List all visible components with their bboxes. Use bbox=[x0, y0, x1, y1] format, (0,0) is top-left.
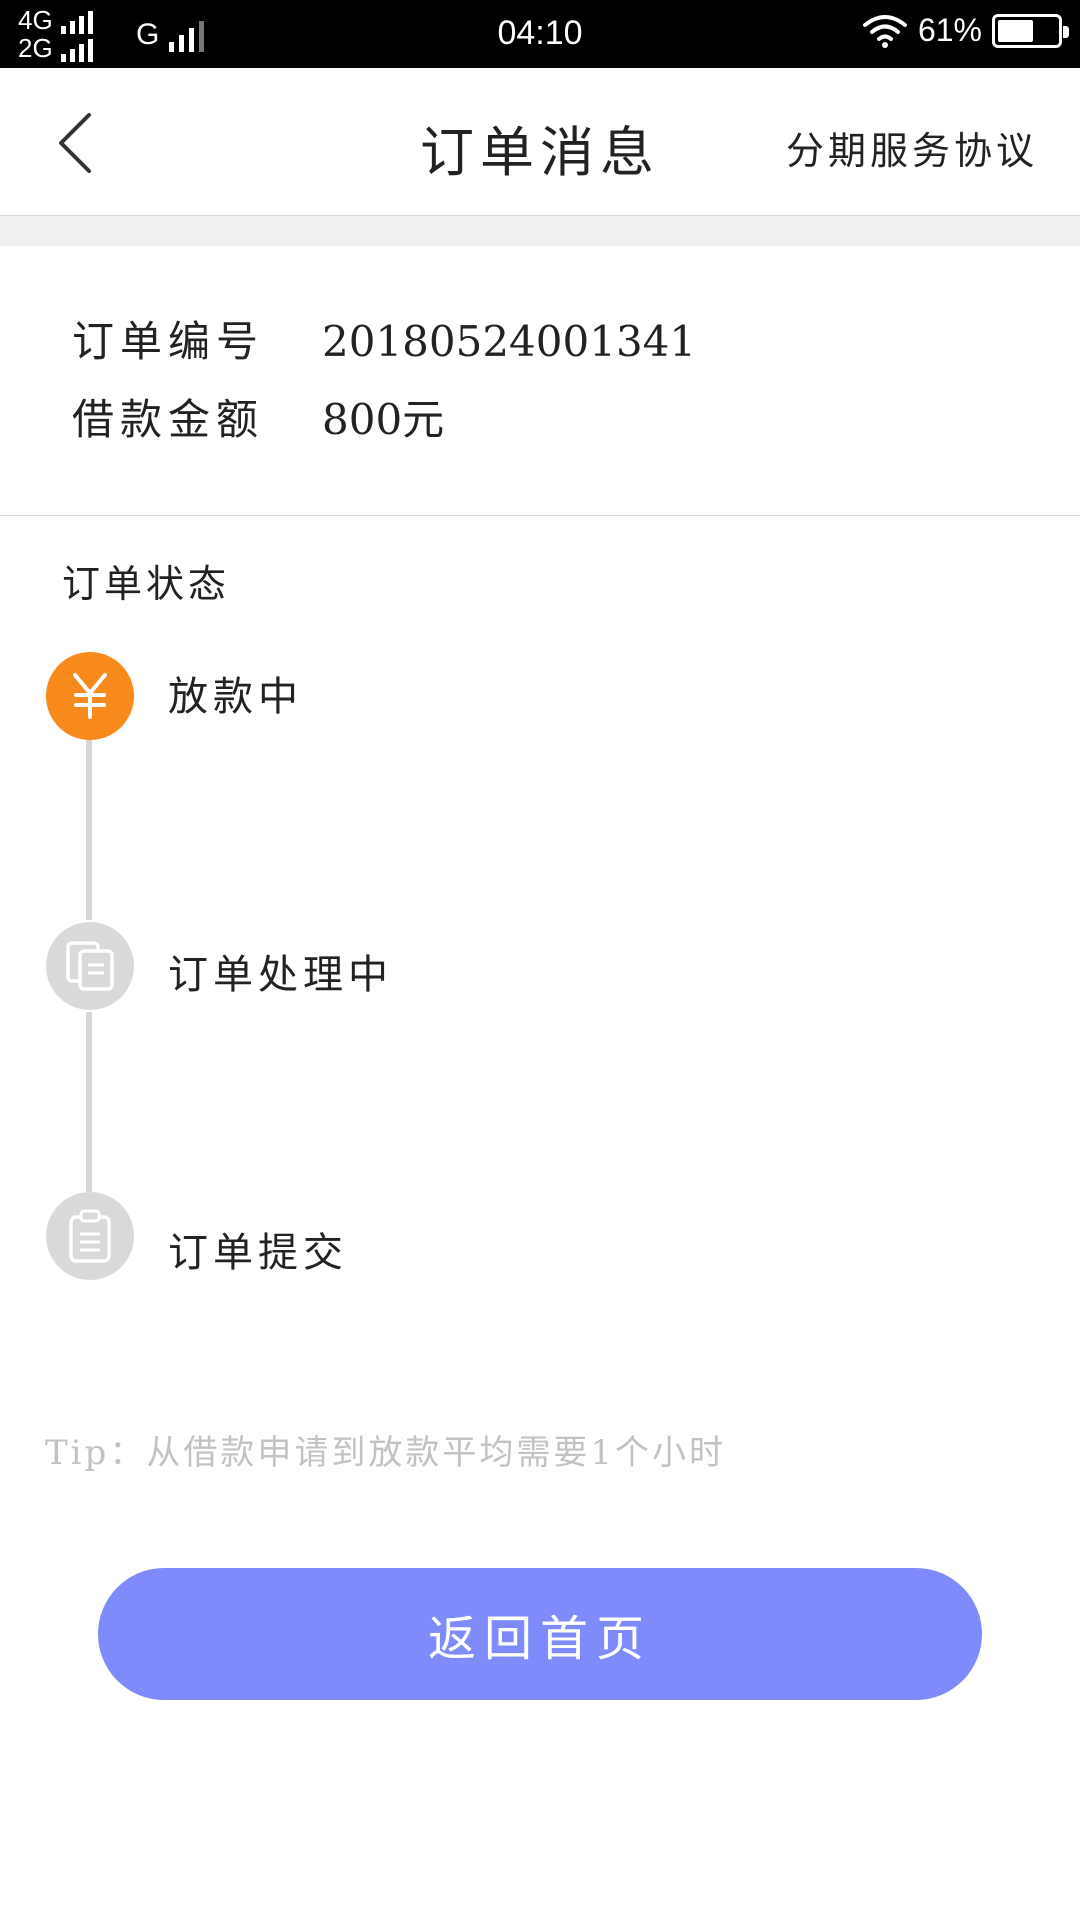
step-icon-disbursing bbox=[46, 652, 134, 740]
yuan-icon bbox=[73, 673, 107, 719]
status-right: 61% bbox=[862, 12, 1069, 49]
step-label-submitted: 订单提交 bbox=[168, 1230, 348, 1276]
loan-amount-value: 800元 bbox=[322, 395, 445, 444]
step-label-processing: 订单处理中 bbox=[168, 952, 393, 998]
order-number-value: 20180524001341 bbox=[322, 317, 697, 366]
loan-amount-row: 借款金额 800元 bbox=[72, 386, 444, 447]
timeline-line bbox=[86, 1012, 92, 1192]
battery-icon bbox=[992, 13, 1069, 48]
documents-icon bbox=[66, 941, 114, 991]
installment-agreement-link[interactable]: 分期服务协议 bbox=[786, 120, 1038, 175]
step-icon-processing bbox=[46, 922, 134, 1010]
order-status-title: 订单状态 bbox=[62, 562, 231, 606]
status-bar: 4G 2G G 04:10 61% bbox=[0, 0, 1080, 68]
order-number-row: 订单编号 20180524001341 bbox=[72, 308, 696, 369]
return-home-button[interactable]: 返回首页 bbox=[98, 1568, 982, 1700]
loan-amount-label: 借款金额 bbox=[72, 395, 265, 444]
step-label-disbursing: 放款中 bbox=[168, 674, 303, 720]
timeline-line bbox=[86, 740, 92, 920]
section-divider bbox=[0, 216, 1080, 246]
battery-percent: 61% bbox=[917, 12, 982, 48]
clipboard-icon bbox=[69, 1209, 111, 1263]
step-icon-submitted bbox=[46, 1192, 134, 1280]
order-number-label: 订单编号 bbox=[72, 317, 265, 366]
order-info: 订单编号 20180524001341 借款金额 800元 bbox=[0, 246, 1080, 516]
tip-text: Tip：从借款申请到放款平均需要1个小时 bbox=[45, 1433, 726, 1473]
wifi-icon bbox=[862, 14, 907, 48]
battery-level bbox=[998, 19, 1034, 42]
header: 订单消息 分期服务协议 bbox=[0, 68, 1080, 216]
